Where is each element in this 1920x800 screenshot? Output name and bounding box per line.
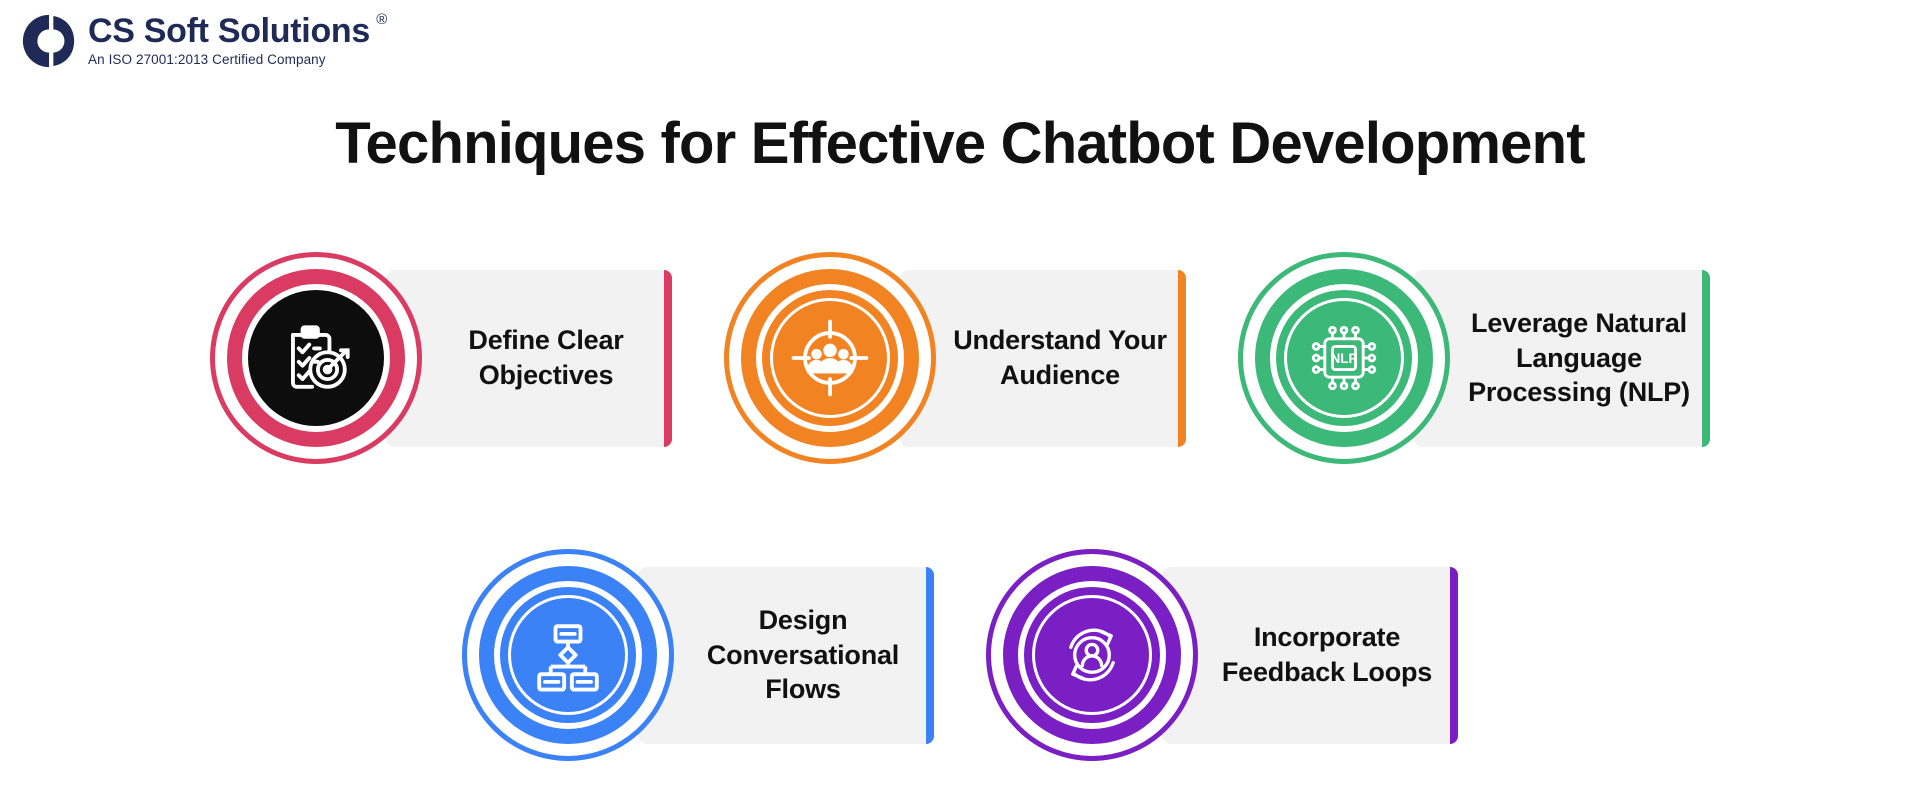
card-panel: Design Conversational Flows (638, 566, 934, 744)
card-label: Leverage Natural Language Processing (NL… (1468, 308, 1690, 408)
card-leverage-nlp[interactable]: NLP Leverage Natural Language Processing… (1238, 248, 1710, 468)
card-row-top: Define Clear Objectives Understand Your … (0, 248, 1920, 468)
card-label: Incorporate Feedback Loops (1221, 622, 1433, 687)
brand-wordmark: CS Soft Solutions ® (88, 12, 387, 50)
page-title: Techniques for Effective Chatbot Develop… (335, 111, 1585, 176)
badge-inner-disc (248, 290, 384, 426)
brand-tagline: An ISO 27001:2013 Certified Company (88, 51, 326, 67)
brand-text: CS Soft Solutions ® An ISO 27001:2013 Ce… (88, 12, 387, 67)
audience-crosshair-icon (791, 319, 869, 397)
card-panel: Incorporate Feedback Loops (1162, 566, 1458, 744)
feedback-loop-icon (1069, 628, 1115, 682)
badge-inner-disc (500, 587, 636, 723)
cs-soft-solutions-logo-icon (22, 14, 75, 68)
card-panel: Leverage Natural Language Processing (NL… (1414, 269, 1710, 447)
flowchart-icon (537, 624, 599, 692)
nlp-chip-icon: NLP (1311, 325, 1377, 391)
registered-trademark-icon: ® (376, 11, 387, 28)
card-icon-badge (210, 252, 422, 464)
card-define-clear-objectives[interactable]: Define Clear Objectives (210, 248, 672, 468)
card-icon-badge (724, 252, 936, 464)
card-design-conversational-flows[interactable]: Design Conversational Flows (462, 545, 934, 765)
badge-inner-disc (1024, 587, 1160, 723)
infographic-page: CS Soft Solutions ® An ISO 27001:2013 Ce… (0, 0, 1920, 800)
card-understand-your-audience[interactable]: Understand Your Audience (724, 248, 1186, 468)
card-incorporate-feedback-loops[interactable]: Incorporate Feedback Loops (986, 545, 1458, 765)
card-label: Define Clear Objectives (468, 325, 624, 390)
brand-logo: CS Soft Solutions ® An ISO 27001:2013 Ce… (20, 12, 387, 70)
card-icon-badge (986, 549, 1198, 761)
card-icon-badge: NLP (1238, 252, 1450, 464)
card-row-bottom: Design Conversational Flows Incorporate … (0, 545, 1920, 765)
brand-wordmark-text: CS Soft Solutions (88, 12, 370, 50)
badge-inner-disc (762, 290, 898, 426)
card-panel: Understand Your Audience (900, 269, 1186, 447)
card-panel: Define Clear Objectives (386, 269, 672, 447)
card-icon-badge (462, 549, 674, 761)
card-label: Understand Your Audience (953, 325, 1167, 390)
clipboard-target-icon (291, 325, 350, 389)
nlp-chip-label: NLP (1331, 351, 1358, 366)
badge-inner-disc: NLP (1276, 290, 1412, 426)
card-label: Design Conversational Flows (706, 605, 900, 705)
